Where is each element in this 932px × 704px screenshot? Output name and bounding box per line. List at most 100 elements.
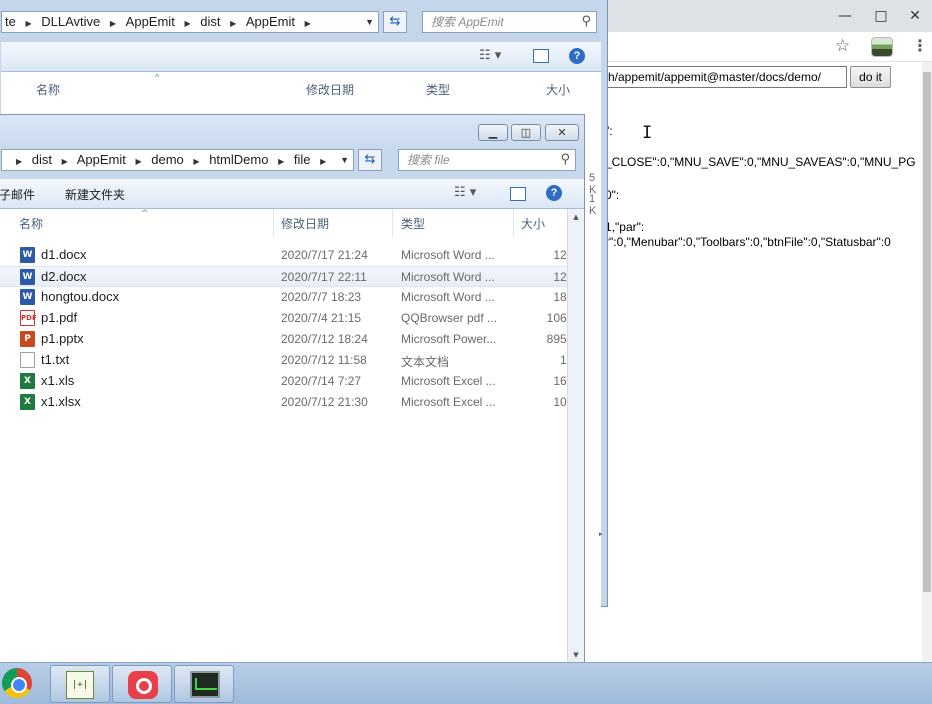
- search-icon: ⚲: [560, 152, 570, 167]
- url-input[interactable]: h/appemit/appemit@master/docs/demo/: [605, 66, 847, 88]
- breadcrumb-arrow-icon[interactable]: ▶: [224, 14, 242, 32]
- search-input[interactable]: 搜索 AppEmit ⚲: [422, 11, 597, 33]
- json-output-line: _CLOSE":0,"MNU_SAVE":0,"MNU_SAVEAS":0,"M…: [605, 155, 916, 169]
- explorer-title-bar[interactable]: ▁ ◫ ✕: [0, 115, 584, 149]
- refresh-button[interactable]: ⇆: [383, 11, 407, 33]
- refresh-button[interactable]: ⇆: [358, 149, 382, 171]
- scroll-up-icon[interactable]: ▲: [568, 209, 584, 225]
- restore-button[interactable]: ◫: [511, 124, 541, 141]
- browser-close-button[interactable]: ✕: [900, 0, 930, 32]
- column-divider[interactable]: [273, 209, 274, 237]
- do-it-button[interactable]: do it: [850, 66, 891, 88]
- powerpoint-file-icon: P: [20, 331, 35, 347]
- column-size[interactable]: 大小: [521, 215, 545, 232]
- file-row[interactable]: W d1.docx 2020/7/17 21:24 Microsoft Word…: [0, 245, 578, 266]
- file-type: Microsoft Word ...: [401, 290, 495, 304]
- bookmark-star-icon[interactable]: ☆: [835, 36, 850, 56]
- file-date: 2020/7/4 21:15: [281, 311, 362, 325]
- file-row[interactable]: W hongtou.docx 2020/7/7 18:23 Microsoft …: [0, 287, 578, 308]
- breadcrumb-item[interactable]: DLLAvtive: [41, 12, 100, 32]
- search-placeholder: 搜索 AppEmit: [431, 15, 504, 29]
- column-date[interactable]: 修改日期: [306, 81, 354, 98]
- breadcrumb-arrow-icon[interactable]: ▶: [187, 157, 205, 166]
- address-bar[interactable]: ▶ dist ▶ AppEmit ▶ demo ▶ htmlDemo ▶ fil…: [1, 149, 354, 171]
- column-size[interactable]: 大小: [546, 81, 570, 98]
- breadcrumb-arrow-icon[interactable]: ▶: [56, 157, 74, 166]
- breadcrumb-arrow-icon[interactable]: ▶: [314, 157, 332, 166]
- preview-pane-icon[interactable]: [510, 187, 526, 201]
- file-row[interactable]: X x1.xlsx 2020/7/12 21:30 Microsoft Exce…: [0, 392, 578, 413]
- browser-minimize-button[interactable]: —: [830, 0, 860, 32]
- address-dropdown-icon[interactable]: ▼: [340, 150, 349, 170]
- close-button[interactable]: ✕: [545, 124, 579, 141]
- browser-menu-icon[interactable]: ⋮: [912, 36, 928, 55]
- breadcrumb-item[interactable]: htmlDemo: [209, 152, 268, 167]
- browser-window: — □ ✕ ☆ ⋮ h/appemit/appemit@master/docs/…: [560, 0, 932, 662]
- command-bar: 子邮件 新建文件夹 ☷ ▾ ?: [0, 179, 584, 209]
- taskbar-notepad[interactable]: |+|: [50, 665, 110, 703]
- file-name: p1.pptx: [41, 331, 84, 346]
- file-date: 2020/7/17 22:11: [281, 270, 367, 284]
- browser-maximize-button[interactable]: □: [866, 0, 896, 32]
- vertical-scrollbar[interactable]: ▲ ▼: [567, 209, 584, 663]
- breadcrumb-arrow-icon[interactable]: ▶: [272, 157, 290, 166]
- column-headers: 名称 修改日期 类型 大小: [16, 78, 601, 100]
- preview-pane-icon[interactable]: [533, 49, 549, 63]
- column-divider[interactable]: [392, 209, 393, 237]
- json-output-line: 1,"par":: [605, 220, 645, 234]
- sort-arrow-icon: ^: [141, 209, 149, 219]
- email-command[interactable]: 子邮件: [0, 186, 35, 203]
- file-type: Microsoft Excel ...: [401, 374, 496, 388]
- file-row[interactable]: t1.txt 2020/7/12 11:58 文本文档 1 K: [0, 350, 578, 371]
- column-date[interactable]: 修改日期: [281, 215, 329, 232]
- breadcrumb-item[interactable]: demo: [151, 152, 184, 167]
- view-options-icon[interactable]: ☷ ▾: [479, 48, 501, 63]
- column-type[interactable]: 类型: [401, 215, 425, 232]
- view-options-icon[interactable]: ☷ ▾: [454, 185, 476, 200]
- breadcrumb-arrow-icon[interactable]: ▶: [2, 157, 28, 166]
- search-input[interactable]: 搜索 file ⚲: [398, 149, 576, 171]
- breadcrumb-item[interactable]: dist: [200, 12, 220, 32]
- column-name[interactable]: 名称: [19, 215, 43, 232]
- taskbar-chrome[interactable]: [0, 665, 38, 703]
- breadcrumb-item[interactable]: AppEmit: [126, 12, 175, 32]
- scroll-down-icon[interactable]: ▼: [568, 647, 584, 663]
- address-dropdown-icon[interactable]: ▼: [365, 12, 374, 32]
- file-row[interactable]: X x1.xls 2020/7/14 7:27 Microsoft Excel …: [0, 371, 578, 392]
- file-type: Microsoft Excel ...: [401, 395, 496, 409]
- breadcrumb-arrow-icon[interactable]: ▶: [178, 14, 196, 32]
- taskbar-recorder[interactable]: [112, 665, 172, 703]
- file-name: d2.docx: [41, 269, 87, 284]
- column-type[interactable]: 类型: [426, 81, 450, 98]
- column-name[interactable]: 名称: [36, 81, 60, 98]
- taskbar-monitor[interactable]: [174, 665, 234, 703]
- breadcrumb-arrow-icon[interactable]: ▶: [129, 157, 147, 166]
- breadcrumb-arrow-icon[interactable]: ▶: [299, 14, 317, 32]
- breadcrumb-item[interactable]: dist: [32, 152, 52, 167]
- breadcrumb-item[interactable]: AppEmit: [246, 12, 295, 32]
- chrome-icon: [2, 668, 32, 698]
- breadcrumb-item[interactable]: te: [2, 12, 16, 32]
- breadcrumb-item[interactable]: AppEmit: [77, 152, 126, 167]
- file-name: x1.xlsx: [41, 394, 81, 409]
- file-row[interactable]: PDF p1.pdf 2020/7/4 21:15 QQBrowser pdf …: [0, 308, 578, 329]
- minimize-button[interactable]: ▁: [478, 124, 508, 141]
- browser-scroll-thumb[interactable]: [923, 72, 931, 592]
- file-row[interactable]: W d2.docx 2020/7/17 22:11 Microsoft Word…: [0, 266, 578, 287]
- notepad-plus-icon: |+|: [66, 671, 94, 699]
- file-row[interactable]: P p1.pptx 2020/7/12 18:24 Microsoft Powe…: [0, 329, 578, 350]
- file-date: 2020/7/17 21:24: [281, 248, 368, 262]
- column-divider[interactable]: [513, 209, 514, 237]
- help-icon[interactable]: ?: [546, 185, 562, 201]
- breadcrumb-item[interactable]: file: [294, 152, 311, 167]
- file-type: Microsoft Power...: [401, 332, 497, 346]
- profile-avatar[interactable]: [871, 37, 893, 57]
- breadcrumb-arrow-icon[interactable]: ▶: [104, 14, 122, 32]
- help-icon[interactable]: ?: [569, 48, 585, 64]
- breadcrumb-arrow-icon[interactable]: ▶: [19, 14, 37, 32]
- address-bar[interactable]: te ▶ DLLAvtive ▶ AppEmit ▶ dist ▶ AppEmi…: [1, 11, 379, 33]
- new-folder-command[interactable]: 新建文件夹: [65, 186, 125, 203]
- file-list: ^ 名称 修改日期 类型 大小 W d1.docx 2020/7/17 21:2…: [0, 209, 584, 663]
- browser-toolbar: ☆ ⋮: [560, 32, 932, 62]
- scroll-down-icon[interactable]: ▸: [599, 530, 603, 538]
